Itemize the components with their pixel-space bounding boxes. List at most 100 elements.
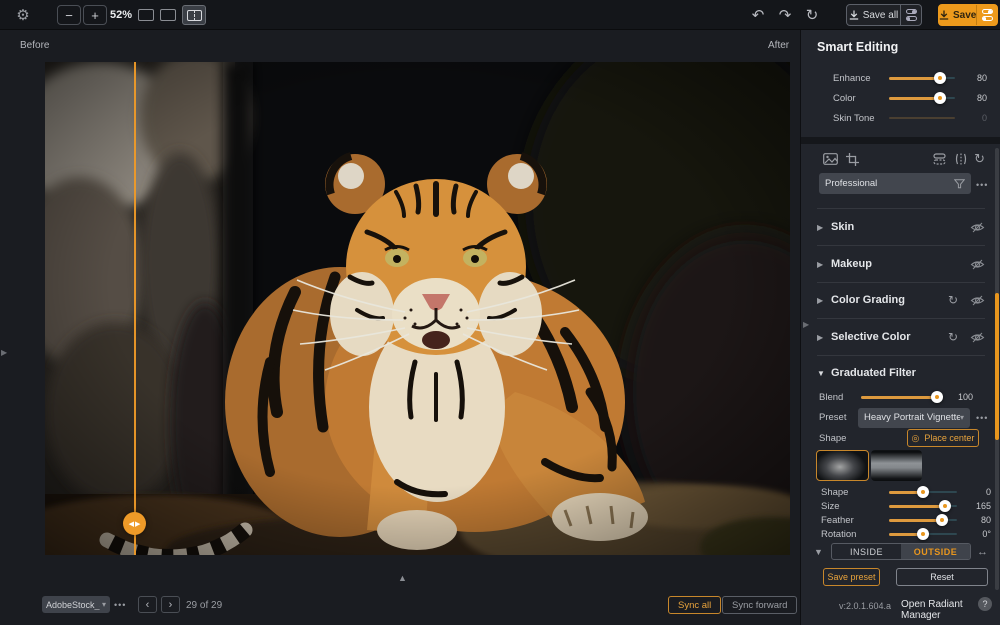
panel-title: Smart Editing <box>817 40 899 54</box>
section-reset-icon[interactable]: ↻ <box>948 293 958 307</box>
save-preset-button[interactable]: Save preset <box>823 568 880 586</box>
chevron-right-icon[interactable]: ▶ <box>817 333 831 342</box>
enhance-slider[interactable] <box>889 72 955 84</box>
radial-gradient-swatch[interactable] <box>816 450 869 481</box>
rotate-icon[interactable]: ↻ <box>974 151 985 167</box>
download-icon <box>849 10 858 20</box>
enhance-value: 80 <box>976 73 987 83</box>
section-label: Selective Color <box>831 331 911 343</box>
section-label: Makeup <box>831 258 872 270</box>
save-button[interactable]: Save <box>938 4 998 26</box>
slider-knob[interactable] <box>938 500 951 512</box>
crop-icon[interactable] <box>846 152 859 166</box>
download-icon <box>939 10 949 20</box>
previous-image-button[interactable]: ‹ <box>138 596 157 613</box>
filename-dropdown[interactable]: AdobeStock_32349574 ▾ <box>42 596 110 613</box>
panel-scrollbar-thumb[interactable] <box>995 293 999 440</box>
section-selective-color[interactable]: ▶ Selective Color ↻ <box>801 326 1000 348</box>
color-slider[interactable] <box>889 92 955 104</box>
section-skin[interactable]: ▶ Skin <box>801 216 1000 238</box>
section-color-grading[interactable]: ▶ Color Grading ↻ <box>801 289 1000 311</box>
slider-knob[interactable] <box>917 486 929 498</box>
outside-option[interactable]: OUTSIDE <box>901 544 970 559</box>
redo-icon[interactable]: ↷ <box>775 6 795 24</box>
undo-icon[interactable]: ↶ <box>748 6 768 24</box>
help-icon[interactable]: ? <box>978 597 992 611</box>
save-options-toggle[interactable] <box>976 5 997 25</box>
rotation-label: Rotation <box>821 528 857 540</box>
divider <box>817 355 985 356</box>
slider-knob[interactable] <box>934 72 947 84</box>
chevron-right-icon[interactable]: ▶ <box>817 296 831 305</box>
before-label: Before <box>20 40 50 51</box>
slider-knob[interactable] <box>917 528 929 540</box>
split-view-icon[interactable] <box>182 5 206 25</box>
swap-arrows-icon: ↔ <box>977 545 988 558</box>
filmstrip-toggle-icon[interactable]: ▲ <box>398 573 407 583</box>
slider-knob[interactable] <box>931 391 943 403</box>
split-drag-handle[interactable]: ◀ ▶ <box>123 512 146 535</box>
preset-more-options-icon[interactable]: ••• <box>976 180 988 190</box>
save-all-label: Save all <box>862 9 899 21</box>
chevron-right-icon[interactable]: ▶ <box>817 223 831 232</box>
photo-editor-window: ⚙ − + 52% ↶ ↷ ↻ Save all Save Before Aft… <box>0 0 1000 625</box>
next-image-button[interactable]: › <box>161 596 180 613</box>
flip-vertical-icon[interactable] <box>933 153 946 165</box>
enhance-label: Enhance <box>833 72 871 84</box>
top-toolbar: ⚙ − + 52% ↶ ↷ ↻ Save all Save <box>0 0 1000 30</box>
inside-option[interactable]: INSIDE <box>832 544 901 559</box>
sync-forward-button[interactable]: Sync forward <box>722 596 798 614</box>
save-all-options-toggle[interactable] <box>900 5 921 25</box>
feather-value: 80 <box>980 515 991 525</box>
panel-collapse-arrow[interactable]: ▶ <box>803 320 809 329</box>
size-slider[interactable] <box>889 500 957 512</box>
visibility-off-icon[interactable] <box>970 332 985 343</box>
sync-all-button[interactable]: Sync all <box>668 596 722 614</box>
place-center-button[interactable]: ◎ Place center <box>907 429 979 447</box>
invert-direction-icon[interactable]: ↔ <box>977 543 988 560</box>
linear-gradient-swatch[interactable] <box>871 450 922 481</box>
feather-label: Feather <box>821 514 854 526</box>
section-graduated-filter[interactable]: ▼ Graduated Filter <box>801 362 1000 384</box>
flip-horizontal-icon[interactable] <box>955 153 967 165</box>
target-icon: ◎ <box>911 432 920 443</box>
panel-scrollbar-track[interactable] <box>995 148 999 590</box>
before-after-split-line[interactable] <box>134 62 136 555</box>
vignette-preset-dropdown[interactable]: Heavy Portrait Vignette ▾ <box>858 407 970 428</box>
side-by-side-view-icon[interactable] <box>160 9 176 21</box>
vignette-preset-options-icon[interactable]: ••• <box>976 413 988 423</box>
shape-slider[interactable] <box>889 486 957 498</box>
rotation-slider[interactable] <box>889 528 957 540</box>
single-view-icon[interactable] <box>138 9 154 21</box>
skin-tone-slider[interactable] <box>889 112 955 124</box>
slider-knob[interactable] <box>936 514 949 526</box>
zoom-out-button[interactable]: − <box>57 5 81 25</box>
section-label: Skin <box>831 221 855 233</box>
reset-button[interactable]: Reset <box>896 568 988 586</box>
visibility-off-icon[interactable] <box>970 222 985 233</box>
blend-slider[interactable] <box>861 391 943 403</box>
zoom-in-button[interactable]: + <box>83 5 107 25</box>
visibility-off-icon[interactable] <box>970 295 985 306</box>
section-reset-icon[interactable]: ↻ <box>948 330 958 344</box>
slider-knob[interactable] <box>934 92 947 104</box>
feather-slider[interactable] <box>889 514 957 526</box>
left-panel-expand-arrow[interactable]: ▶ <box>1 348 7 357</box>
section-makeup[interactable]: ▶ Makeup <box>801 253 1000 275</box>
divider <box>817 245 985 246</box>
settings-gear-icon[interactable]: ⚙ <box>12 4 34 26</box>
image-adjust-icon[interactable] <box>823 153 838 165</box>
preset-category-dropdown[interactable]: Professional <box>819 173 971 194</box>
save-all-button[interactable]: Save all <box>846 4 922 26</box>
chevron-down-icon[interactable]: ▼ <box>817 369 831 378</box>
section-label: Color Grading <box>831 294 905 306</box>
reset-icon[interactable]: ↻ <box>802 6 822 24</box>
smart-editing-panel: ▶ Smart Editing Enhance 80 Color 80 Skin… <box>800 30 1000 625</box>
chevron-right-icon[interactable]: ▶ <box>817 260 831 269</box>
file-more-options-icon[interactable]: ••• <box>114 600 126 610</box>
visibility-off-icon[interactable] <box>970 259 985 270</box>
skin-tone-value: 0 <box>981 113 987 123</box>
mask-collapse-arrow[interactable]: ▼ <box>814 543 823 560</box>
split-right-icon: ▶ <box>135 520 141 528</box>
blend-value: 100 <box>957 392 973 402</box>
